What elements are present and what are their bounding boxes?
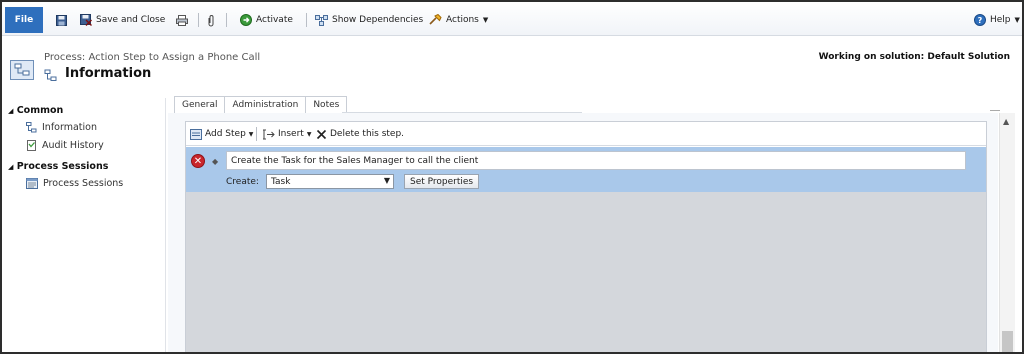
selected-step-row[interactable]: ✕ ◆ Create: Task ▼ Set Properties [186,147,986,192]
ribbon-toolbar: File Save and Close Activate Show Depend… [2,2,1022,36]
add-step-button[interactable]: Add Step ▼ [190,127,253,141]
attach-icon[interactable] [207,12,215,28]
sidebar-item-information[interactable]: Information [26,122,97,133]
insert-icon [263,129,275,139]
activate-label: Activate [256,15,293,25]
form-tabs: General Administration Notes [174,96,348,113]
toolbar-separator [226,13,227,27]
help-menu[interactable]: ? Help ▼ [974,12,1020,28]
set-properties-button[interactable]: Set Properties [404,174,480,189]
print-icon[interactable] [176,12,188,28]
sidebar-item-process-sessions[interactable]: Process Sessions [26,178,123,189]
process-sessions-icon [26,178,38,189]
chevron-down-icon: ▼ [383,176,390,185]
nav-section-label: Process Sessions [16,161,109,172]
actions-label: Actions [446,15,479,25]
insert-button[interactable]: Insert ▼ [262,127,311,141]
record-subtitle: Process: Action Step to Assign a Phone C… [44,52,261,63]
step-designer: Add Step ▼ Insert ▼ Delete this step. ✕ … [185,121,987,352]
chevron-down-icon: ▼ [1014,16,1020,24]
step-canvas [186,192,986,352]
chevron-down-icon: ▼ [248,130,254,138]
help-label: Help [990,15,1011,25]
left-navigation: ◢ Common Information Audit History ◢ Pro… [2,98,166,352]
sidebar-item-label: Audit History [42,140,104,151]
save-and-close-button[interactable]: Save and Close [80,12,165,28]
chevron-down-icon: ▼ [306,130,312,138]
process-icon [26,122,37,133]
chevron-down-icon: ▼ [482,16,489,24]
activate-button[interactable]: Activate [240,12,293,28]
insert-label: Insert [278,129,304,139]
delete-step-button[interactable]: Delete this step. [316,127,404,141]
tab-general[interactable]: General [174,96,226,113]
audit-history-icon [27,140,36,151]
show-dependencies-button[interactable]: Show Dependencies [315,12,423,28]
file-button[interactable]: File [5,7,43,33]
nav-section-common[interactable]: ◢ Common [8,105,63,116]
delete-step-label: Delete this step. [330,129,405,139]
scroll-up-icon[interactable]: ▲ [1003,117,1009,126]
toolbar-separator [306,13,307,27]
close-icon [316,129,327,139]
toolbar-separator [198,13,199,27]
step-description-input[interactable] [226,151,966,170]
sidebar-item-audit-history[interactable]: Audit History [26,140,104,151]
actions-menu[interactable]: Actions ▼ [429,12,488,28]
process-header-icon [10,60,34,80]
toolbar-separator [256,127,257,141]
create-entity-value: Task [271,176,291,187]
scroll-thumb[interactable] [1002,331,1013,352]
sidebar-item-label: Information [42,122,97,133]
create-entity-select[interactable]: Task ▼ [266,174,394,189]
step-toolbar: Add Step ▼ Insert ▼ Delete this step. [186,122,986,146]
solution-indicator: Working on solution: Default Solution [818,52,1010,62]
add-step-label: Add Step [205,129,246,139]
nav-section-process-sessions[interactable]: ◢ Process Sessions [8,161,108,172]
app-window: File Save and Close Activate Show Depend… [0,0,1024,354]
help-icon: ? [974,14,986,26]
tab-administration[interactable]: Administration [224,96,307,113]
add-step-icon [190,128,202,140]
step-bullet-icon: ◆ [212,157,219,166]
page-title: Information [65,66,152,81]
sidebar-item-label: Process Sessions [43,178,124,189]
actions-icon [429,14,442,25]
collapse-icon: ◢ [8,107,14,115]
vertical-scrollbar[interactable]: ▲ [999,113,1015,352]
create-label: Create: [226,177,259,187]
error-icon[interactable]: ✕ [191,154,205,168]
dependencies-icon [315,14,328,26]
svg-text:?: ? [978,16,983,25]
divider [990,110,1000,111]
process-icon [44,69,57,85]
collapse-icon: ◢ [8,163,14,171]
save-close-icon [80,14,92,26]
activate-icon [240,14,252,26]
show-dependencies-label: Show Dependencies [332,15,424,25]
nav-section-label: Common [16,105,64,116]
save-and-close-label: Save and Close [96,15,166,25]
save-icon[interactable] [56,12,67,28]
tab-notes[interactable]: Notes [305,96,348,113]
